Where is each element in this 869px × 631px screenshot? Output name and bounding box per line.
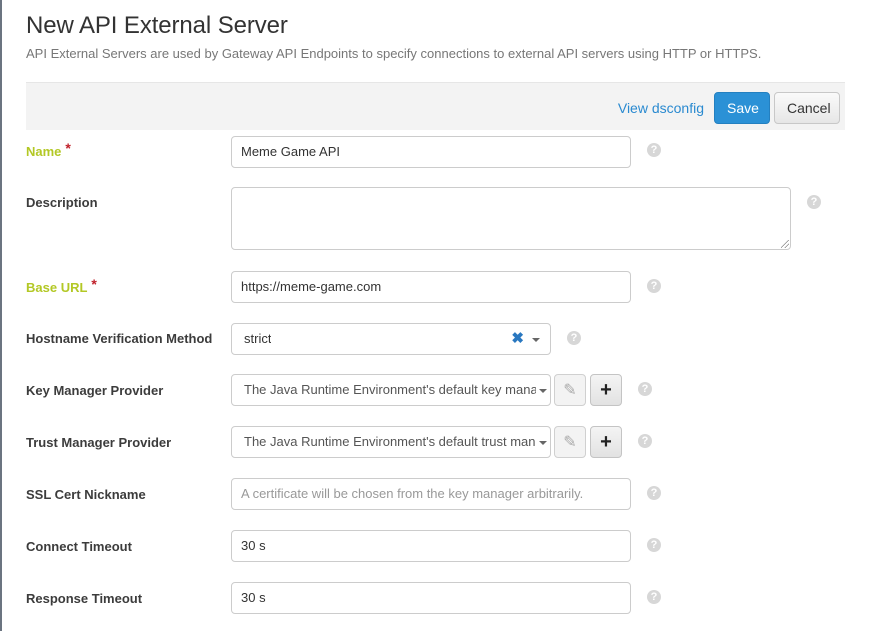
trust-manager-label: Trust Manager Provider — [26, 435, 171, 450]
response-timeout-label: Response Timeout — [26, 591, 142, 606]
name-input[interactable]: Meme Game API — [231, 136, 631, 168]
hostname-verification-label: Hostname Verification Method — [26, 331, 212, 346]
add-trust-manager-button[interactable]: + — [590, 426, 622, 458]
ssl-cert-nickname-input[interactable]: A certificate will be chosen from the ke… — [231, 478, 631, 510]
resize-handle-icon[interactable] — [781, 240, 789, 248]
chevron-down-icon[interactable] — [539, 389, 547, 393]
selected-value: strict — [244, 324, 271, 354]
base-url-label-text: Base URL — [26, 280, 87, 295]
help-icon[interactable]: ? — [638, 382, 652, 396]
connect-timeout-input[interactable]: 30 s — [231, 530, 631, 562]
key-manager-select[interactable]: The Java Runtime Environment's default k… — [231, 374, 551, 406]
help-icon[interactable]: ? — [647, 279, 661, 293]
help-icon[interactable]: ? — [647, 486, 661, 500]
page-title: New API External Server — [26, 12, 288, 40]
pencil-icon: ✎ — [563, 380, 576, 400]
connect-timeout-label: Connect Timeout — [26, 539, 132, 554]
view-dsconfig-link[interactable]: View dsconfig — [618, 100, 704, 116]
chevron-down-icon[interactable] — [539, 441, 547, 445]
edit-trust-manager-button[interactable]: ✎ — [554, 426, 586, 458]
key-manager-label: Key Manager Provider — [26, 383, 163, 398]
form-toolbar: View dsconfig Save Cancel — [26, 82, 845, 130]
ssl-cert-nickname-label: SSL Cert Nickname — [26, 487, 146, 502]
plus-icon: + — [600, 431, 612, 454]
help-icon[interactable]: ? — [647, 538, 661, 552]
selected-value: The Java Runtime Environment's default t… — [244, 427, 536, 457]
add-key-manager-button[interactable]: + — [590, 374, 622, 406]
pencil-icon: ✎ — [563, 432, 576, 452]
name-label-text: Name — [26, 144, 61, 159]
plus-icon: + — [600, 379, 612, 402]
trust-manager-select[interactable]: The Java Runtime Environment's default t… — [231, 426, 551, 458]
response-timeout-input[interactable]: 30 s — [231, 582, 631, 614]
base-url-label: Base URL * — [26, 279, 97, 295]
selected-value: The Java Runtime Environment's default k… — [244, 375, 536, 405]
edit-key-manager-button[interactable]: ✎ — [554, 374, 586, 406]
required-star-icon: * — [65, 140, 70, 156]
help-icon[interactable]: ? — [807, 195, 821, 209]
description-label: Description — [26, 195, 98, 210]
name-label: Name * — [26, 143, 71, 159]
help-icon[interactable]: ? — [567, 331, 581, 345]
help-icon[interactable]: ? — [647, 143, 661, 157]
cancel-button[interactable]: Cancel — [774, 92, 840, 124]
help-icon[interactable]: ? — [647, 590, 661, 604]
description-textarea[interactable] — [231, 187, 791, 250]
window-edge — [0, 0, 2, 631]
help-icon[interactable]: ? — [638, 434, 652, 448]
clear-selection-icon[interactable]: ✖ — [511, 324, 524, 354]
hostname-verification-select[interactable]: strict ✖ — [231, 323, 551, 355]
chevron-down-icon[interactable] — [532, 338, 540, 342]
page-subtitle: API External Servers are used by Gateway… — [26, 46, 761, 61]
save-button[interactable]: Save — [714, 92, 770, 124]
required-star-icon: * — [91, 276, 96, 292]
base-url-input[interactable]: https://meme-game.com — [231, 271, 631, 303]
